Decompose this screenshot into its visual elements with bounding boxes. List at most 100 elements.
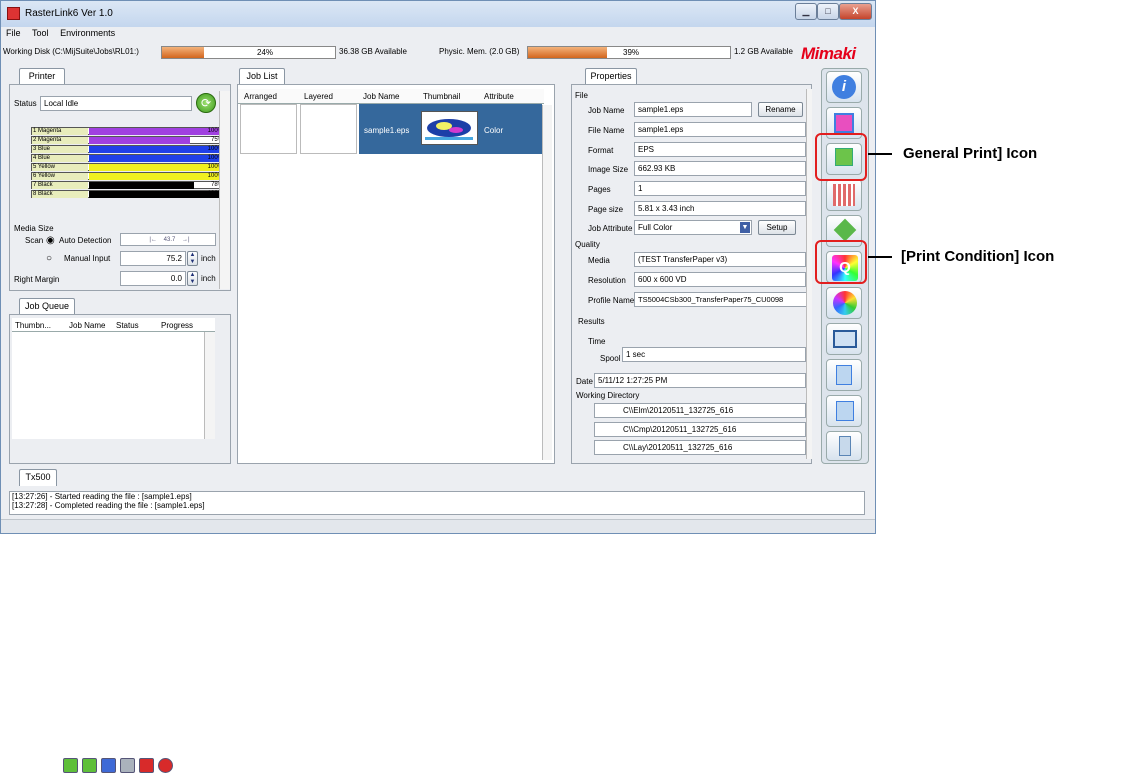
log-line: [13:27:28] - Completed reading the file … xyxy=(12,501,205,510)
auto-detection-radio[interactable]: ◉ xyxy=(46,235,55,246)
job-list-header: Arranged Layered Job Name Thumbnail Attr… xyxy=(238,89,544,104)
step-and-repeat-icon[interactable] xyxy=(826,179,862,211)
properties-scrollbar[interactable] xyxy=(806,89,812,459)
mimaki-logo: Mimaki xyxy=(801,44,856,63)
maximize-button[interactable]: □ xyxy=(817,3,839,20)
job-row[interactable]: sample1.eps Color xyxy=(238,104,542,154)
working-dir-cmp: C\\Cmp\20120511_132725_616 xyxy=(594,422,806,437)
working-disk-label: Working Disk (C:\MijSuite\Jobs\RL01:) xyxy=(3,47,139,56)
close-button[interactable]: X xyxy=(839,3,872,20)
queue-col-status: Status xyxy=(116,321,139,330)
job-name-field[interactable]: sample1.eps xyxy=(634,102,752,117)
page-size-field: 5.81 x 3.43 inch xyxy=(634,201,806,216)
cut-icon[interactable] xyxy=(826,323,862,355)
tab-job-queue[interactable]: Job Queue xyxy=(19,298,75,315)
manual-input-radio[interactable]: ○ xyxy=(46,253,52,264)
ink-row: 7 Black 78% xyxy=(31,181,225,189)
move-to-top-icon[interactable] xyxy=(63,758,78,773)
message-log: [13:27:26] - Started reading the file : … xyxy=(9,491,865,515)
title-bar: RasterLink6 Ver 1.0 ▁ □ X xyxy=(1,1,875,27)
job-name-cell: sample1.eps xyxy=(364,126,410,135)
ink-name: 3 Blue xyxy=(32,146,88,153)
auto-detection-value: 43.7 xyxy=(163,237,176,243)
rename-button[interactable]: Rename xyxy=(758,102,803,117)
color-adjust-icon[interactable] xyxy=(826,287,862,319)
profile-name-label: Profile Name xyxy=(588,296,635,305)
information-icon[interactable]: i xyxy=(826,71,862,103)
image-size-label: Image Size xyxy=(588,165,629,174)
tab-properties[interactable]: Properties xyxy=(585,68,637,85)
general-print-highlight xyxy=(815,133,867,181)
ink-name: 2 Magenta xyxy=(32,137,88,144)
manual-input-spinner[interactable]: ▲ ▼ xyxy=(187,251,198,266)
move-up-icon[interactable] xyxy=(82,758,97,773)
queue-list xyxy=(12,332,215,439)
print-condition-callout: [Print Condition] Icon xyxy=(901,248,1055,265)
app-window: RasterLink6 Ver 1.0 ▁ □ X File Tool Envi… xyxy=(0,0,876,773)
ink-row: 3 Blue 100% xyxy=(31,145,225,153)
ink-name: 6 Yellow xyxy=(32,173,88,180)
auto-detection-label: Auto Detection xyxy=(59,236,112,245)
stop-icon[interactable] xyxy=(120,758,135,773)
working-dir-lay: C\\Lay\20120511_132725_616 xyxy=(594,440,806,455)
file-name-label: File Name xyxy=(588,126,625,135)
right-margin-field[interactable]: 0.0 xyxy=(120,271,186,286)
date-label: Date xyxy=(576,377,593,386)
refresh-icon[interactable]: ⟳ xyxy=(196,93,216,113)
pause-icon[interactable] xyxy=(101,758,116,773)
ink-level-bar xyxy=(89,155,224,162)
tab-tx500[interactable]: Tx500 xyxy=(19,469,57,486)
queue-col-progress: Progress xyxy=(161,321,194,330)
setup-button[interactable]: Setup xyxy=(758,220,796,235)
queue-scrollbar[interactable] xyxy=(204,332,215,439)
ink-name: 8 Black xyxy=(32,191,88,198)
ink-level-bar xyxy=(89,173,224,180)
ink-name: 1 Magenta xyxy=(32,128,88,135)
print-condition-leader xyxy=(868,256,892,258)
tab-printer[interactable]: Printer xyxy=(19,68,65,85)
right-margin-spinner[interactable]: ▲ ▼ xyxy=(187,271,198,286)
delete-job-icon[interactable] xyxy=(139,758,154,773)
ink-name: 4 Blue xyxy=(32,155,88,162)
job-list-scrollbar[interactable] xyxy=(542,105,552,460)
job-queue-panel: Thumbn... Job Name Status Progress xyxy=(9,314,231,773)
ink-row: 4 Blue 100% xyxy=(31,154,225,162)
layered-cell[interactable] xyxy=(300,104,357,154)
printer-scrollbar[interactable] xyxy=(219,91,230,289)
tab-job-list[interactable]: Job List xyxy=(239,68,285,85)
pages-label: Pages xyxy=(588,185,611,194)
queue-header: Thumbn... Job Name Status Progress xyxy=(12,318,215,332)
job-attribute-select[interactable]: Full Color xyxy=(634,220,752,235)
right-margin-unit: inch xyxy=(201,274,216,283)
working-directory-label: Working Directory xyxy=(576,391,640,400)
mem-usage-bar: 39% xyxy=(527,46,731,59)
col-attribute: Attribute xyxy=(484,92,514,101)
trash-icon[interactable] xyxy=(826,431,862,461)
minimize-button[interactable]: ▁ xyxy=(795,3,817,20)
mem-available: 1.2 GB Available xyxy=(734,47,794,56)
resource-status-bar: Working Disk (C:\MijSuite\Jobs\RL01:) 24… xyxy=(1,44,875,61)
menu-file[interactable]: File xyxy=(6,28,21,38)
pages-field: 1 xyxy=(634,181,806,196)
export-icon[interactable] xyxy=(826,395,862,427)
format-label: Format xyxy=(588,146,614,155)
duplicate-icon[interactable] xyxy=(826,359,862,391)
date-field: 5/11/12 1:27:25 PM xyxy=(594,373,806,388)
ink-level-bar xyxy=(89,128,224,135)
manual-input-field[interactable]: 75.2 xyxy=(120,251,186,266)
spool-label: Spool xyxy=(600,354,621,363)
general-print-callout: General Print] Icon xyxy=(903,145,1038,162)
disk-usage-fill xyxy=(162,47,204,58)
menu-tool[interactable]: Tool xyxy=(32,28,49,38)
ink-level-bar xyxy=(89,146,224,153)
arranged-cell[interactable] xyxy=(240,104,297,154)
ink-name: 7 Black xyxy=(32,182,88,189)
cancel-icon[interactable] xyxy=(158,758,173,773)
menu-environments[interactable]: Environments xyxy=(60,28,115,38)
ink-level-bar xyxy=(89,191,224,198)
menu-bar: File Tool Environments xyxy=(1,28,875,42)
chevron-down-icon[interactable]: ▼ xyxy=(740,222,750,233)
page-size-label: Page size xyxy=(588,205,624,214)
ink-level-bar xyxy=(89,164,224,171)
resolution-label: Resolution xyxy=(588,276,626,285)
